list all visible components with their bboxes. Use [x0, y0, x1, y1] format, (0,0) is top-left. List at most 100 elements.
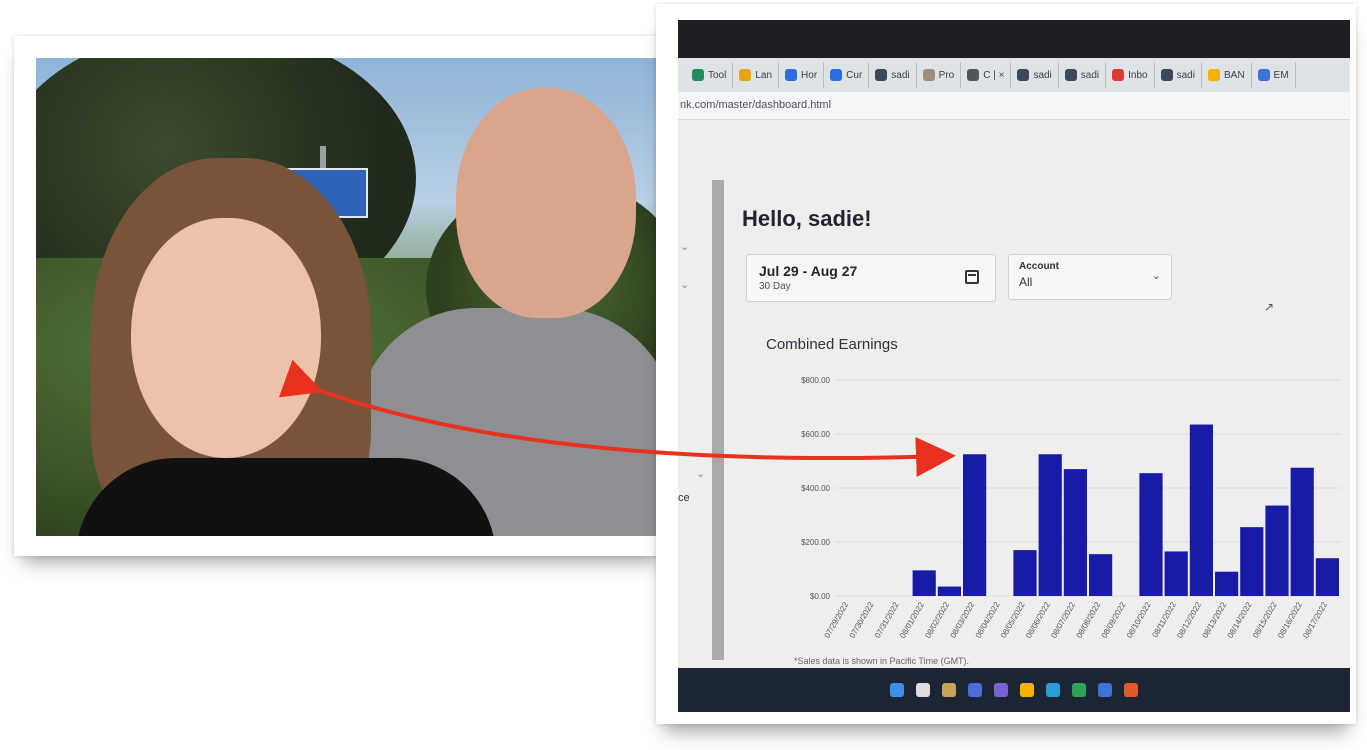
sidebar-scrollbar[interactable]: [712, 180, 724, 660]
tab-favicon-icon: [739, 69, 752, 81]
tab-favicon-icon: [1257, 69, 1270, 81]
timezone-footnote: *Sales data is shown in Pacific Time (GM…: [794, 656, 970, 666]
x-tick-label: 08/03/2022: [949, 600, 977, 640]
taskbar-app-icon[interactable]: [968, 683, 982, 697]
chart-bar[interactable]: [1315, 558, 1339, 596]
x-tick-label: 08/01/2022: [898, 600, 926, 640]
chart-bar[interactable]: [1139, 473, 1163, 596]
x-tick-label: 08/11/2022: [1150, 600, 1178, 639]
browser-tab[interactable]: sadi: [1059, 62, 1107, 88]
x-tick-label: 08/05/2022: [999, 600, 1027, 640]
tab-label: sadi: [891, 69, 910, 81]
tab-label: Tool: [708, 69, 727, 81]
x-tick-label: 08/09/2022: [1100, 600, 1128, 640]
tab-favicon-icon: [1207, 69, 1220, 81]
tab-label: Pro: [938, 69, 955, 81]
chevron-down-icon[interactable]: ⌄: [696, 467, 705, 480]
combined-earnings-chart: $0.00 $200.00 $400.00 $600.00 $800.00 07/29/2…: [801, 376, 1340, 640]
browser-tab[interactable]: BAN: [1202, 62, 1252, 88]
y-tick-label: $600.00: [801, 430, 830, 439]
date-range-sub: 30 Day: [759, 281, 791, 292]
chart-bar[interactable]: [1189, 424, 1213, 596]
taskbar-app-icon[interactable]: [890, 683, 904, 697]
tab-label: sadi: [1176, 69, 1195, 81]
chart-bar[interactable]: [1215, 571, 1239, 596]
chevron-down-icon[interactable]: ⌄: [680, 278, 689, 291]
browser-tab[interactable]: Tool: [686, 62, 734, 88]
taskbar-app-icon[interactable]: [1046, 683, 1060, 697]
tab-label: sadi: [1080, 69, 1100, 81]
chart-bar[interactable]: [937, 586, 961, 596]
taskbar-app-icon[interactable]: [1098, 683, 1112, 697]
taskbar-app-icon[interactable]: [1020, 683, 1034, 697]
chart-bar[interactable]: [912, 570, 936, 596]
x-tick-label: 08/07/2022: [1049, 600, 1077, 640]
selfie-photo-frame: [14, 36, 666, 556]
tab-favicon-icon: [1064, 69, 1077, 81]
sidebar-item-label: ce: [678, 492, 690, 504]
taskbar-app-icon[interactable]: [994, 683, 1008, 697]
x-tick-label: 08/06/2022: [1024, 600, 1052, 640]
tab-label: Inbo: [1128, 69, 1148, 81]
tab-label: Hor: [801, 69, 818, 81]
x-tick-label: 07/31/2022: [873, 600, 901, 640]
x-tick-label: 08/17/2022: [1301, 600, 1329, 640]
tab-label: C | ×: [983, 69, 1005, 81]
woman-face: [131, 218, 321, 458]
tab-favicon-icon: [922, 69, 935, 81]
chart-bar[interactable]: [1164, 551, 1188, 596]
account-select[interactable]: Account All ⌄: [1008, 254, 1172, 300]
browser-tab[interactable]: sadi: [869, 62, 917, 88]
browser-tab[interactable]: Cur: [824, 62, 870, 88]
account-value: All: [1019, 275, 1033, 289]
tab-favicon-icon: [785, 69, 798, 81]
chart-bar[interactable]: [1240, 527, 1264, 596]
chart-bar[interactable]: [1265, 505, 1289, 596]
browser-tab[interactable]: Pro: [917, 62, 962, 88]
x-tick-label: 08/13/2022: [1201, 600, 1229, 640]
tab-favicon-icon: [967, 69, 980, 81]
browser-tab[interactable]: sadi: [1155, 62, 1202, 88]
tab-favicon-icon: [1160, 69, 1173, 81]
browser-tab[interactable]: EM: [1252, 62, 1296, 88]
address-bar[interactable]: nk.com/master/dashboard.html: [678, 92, 1350, 120]
tab-favicon-icon: [830, 69, 843, 81]
browser-tab[interactable]: C | ×: [961, 62, 1012, 88]
date-range-value: Jul 29 - Aug 27: [759, 263, 858, 279]
chart-bar[interactable]: [1290, 467, 1314, 596]
taskbar-app-icon[interactable]: [916, 683, 930, 697]
browser-tab[interactable]: Inbo: [1106, 62, 1155, 88]
x-tick-label: 08/14/2022: [1226, 600, 1254, 640]
chart-bar[interactable]: [1089, 554, 1113, 596]
man-head: [456, 88, 636, 318]
tab-label: Lan: [755, 69, 773, 81]
calendar-icon[interactable]: [965, 270, 979, 284]
y-tick-label: $0.00: [810, 592, 831, 601]
chart-bar[interactable]: [963, 454, 987, 596]
chevron-down-icon[interactable]: ⌄: [680, 240, 689, 253]
x-tick-label: 08/04/2022: [974, 600, 1002, 640]
tab-label: EM: [1273, 69, 1289, 81]
dashboard-page: ⌄ ⌄ ⌄ ce Hello, sadie! Jul 29 - Aug 27 3…: [678, 120, 1350, 668]
tab-label: BAN: [1223, 69, 1245, 81]
tab-label: Cur: [846, 69, 863, 81]
browser-tab-bar: Tool Lan Hor Cur sadi Pro C | × sadi sadi Inbo sad…: [678, 58, 1350, 92]
chevron-down-icon[interactable]: ⌄: [1152, 269, 1161, 282]
tab-favicon-icon: [692, 69, 704, 81]
taskbar-app-icon[interactable]: [942, 683, 956, 697]
date-range-picker[interactable]: Jul 29 - Aug 27 30 Day: [746, 254, 996, 302]
chart-title: Combined Earnings: [766, 336, 898, 353]
selfie-photo: [36, 58, 656, 536]
chart-bar[interactable]: [1013, 550, 1037, 596]
x-tick-label: 07/30/2022: [848, 600, 876, 640]
browser-tab[interactable]: Lan: [733, 62, 780, 88]
chart-bar[interactable]: [1063, 469, 1087, 596]
chart-bar[interactable]: [1038, 454, 1062, 596]
browser-tab[interactable]: sadi: [1011, 62, 1059, 88]
taskbar-app-icon[interactable]: [1072, 683, 1086, 697]
monitor-screen: Tool Lan Hor Cur sadi Pro C | × sadi sadi Inbo sad…: [678, 20, 1350, 712]
sign-pole: [320, 146, 326, 170]
windows-taskbar: [678, 668, 1350, 712]
browser-tab[interactable]: Hor: [779, 62, 825, 88]
taskbar-app-icon[interactable]: [1124, 683, 1138, 697]
